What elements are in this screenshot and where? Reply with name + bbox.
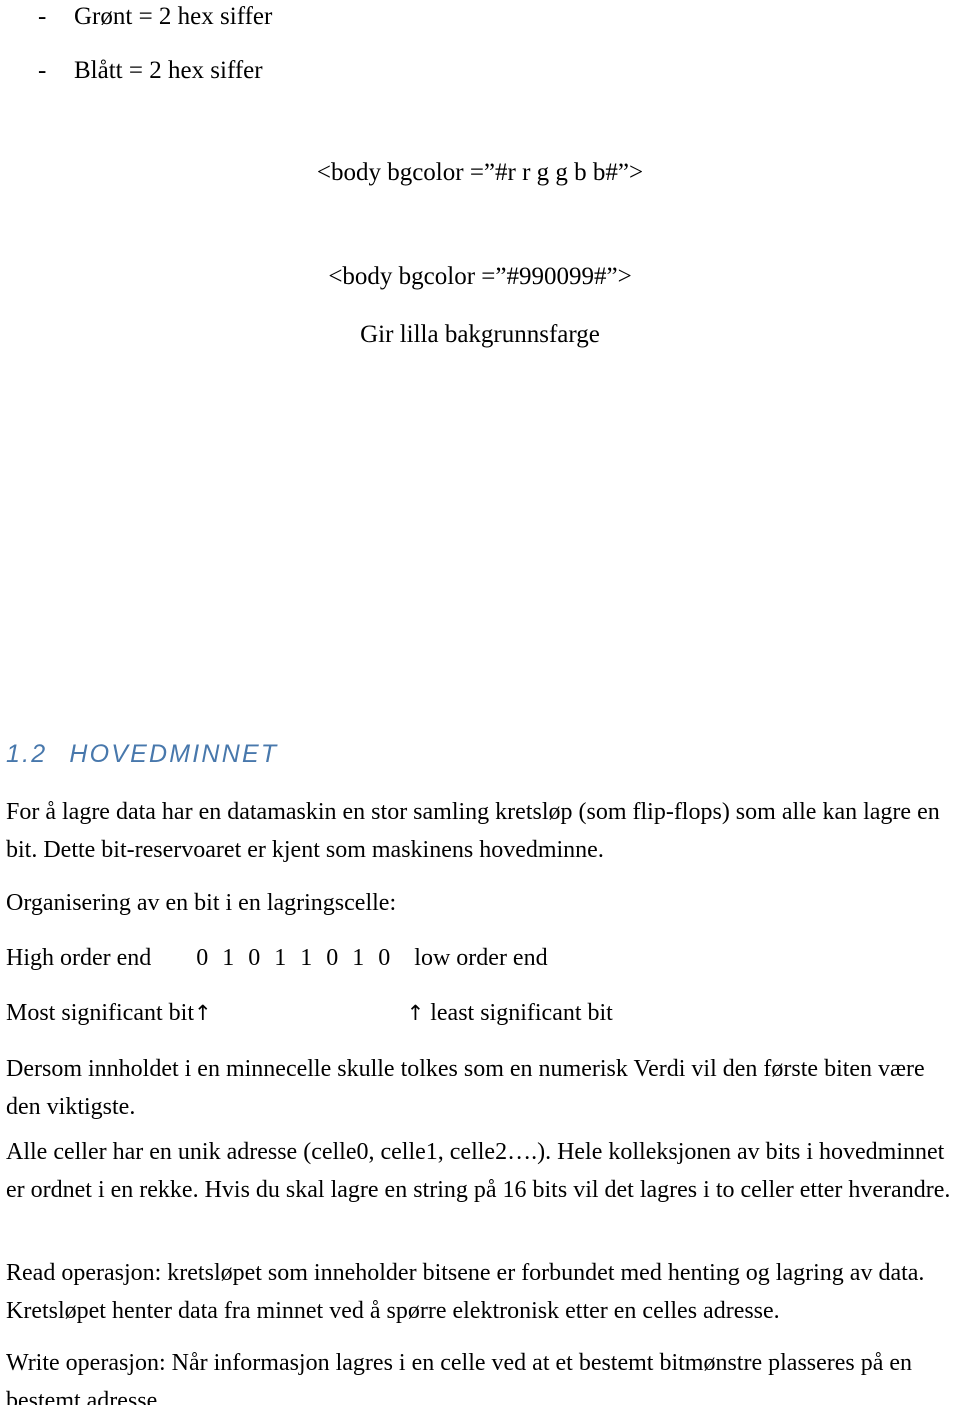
paragraph-read-operasjon: Read operasjon: kretsløpet som inneholde… — [6, 1260, 925, 1324]
code-line-caption: Gir lilla bakgrunnsfarge — [360, 321, 600, 348]
bit-value: 1 — [300, 945, 313, 971]
section-number: 1.2 — [6, 740, 48, 768]
up-arrow-icon: ↑ — [194, 1001, 212, 1025]
bullet-text: Grønt = 2 hex siffer — [74, 3, 273, 30]
bit-sequence: 01011010 — [196, 939, 390, 977]
low-order-end-label: low order end — [414, 945, 548, 971]
code-line-bgcolor-example: <body bgcolor =”#990099#”> — [328, 263, 632, 290]
paragraph-organisering: Organisering av en bit i en lagringscell… — [6, 890, 397, 916]
least-significant-bit-label: least significant bit — [430, 1000, 613, 1026]
list-item: - Blått = 2 hex siffer — [0, 58, 960, 83]
section-title: HOVEDMINNET — [69, 740, 279, 768]
up-arrow-icon: ↑ — [406, 1001, 425, 1025]
paragraph-intro: For å lagre data har en datamaskin en st… — [6, 799, 940, 863]
paragraph-write-operasjon: Write operasjon: Når informasjon lagres … — [6, 1350, 913, 1405]
bullet-marker: - — [38, 57, 47, 84]
bit-value: 0 — [248, 945, 261, 971]
bit-diagram-order-row: High order end 0 1 0 1 1 0 1 0 low order end — [6, 939, 951, 977]
bit-diagram-significance-row: Most significant bit↑ ↑ least significant… — [6, 994, 951, 1032]
bullet-list: - Grønt = 2 hex siffer - Blått = 2 hex s… — [0, 0, 960, 83]
bullet-marker: - — [38, 3, 47, 30]
bit-value: 1 — [274, 945, 287, 971]
code-line-bgcolor-template: <body bgcolor =”#r r g g b b#”> — [316, 159, 644, 186]
list-item: - Grønt = 2 hex siffer — [0, 4, 960, 29]
bit-value: 0 — [378, 945, 391, 971]
paragraph-alle-celler: Alle celler har en unik adresse (celle0,… — [6, 1139, 951, 1203]
bit-value: 1 — [222, 945, 235, 971]
bit-value: 1 — [352, 945, 365, 971]
bullet-text: Blått = 2 hex siffer — [74, 57, 263, 84]
section-heading: 1.2 HOVEDMINNET — [6, 740, 278, 769]
most-significant-bit-label: Most significant bit — [6, 1000, 194, 1026]
document-page: - Grønt = 2 hex siffer - Blått = 2 hex s… — [0, 0, 960, 1405]
paragraph-dersom: Dersom innholdet i en minnecelle skulle … — [6, 1056, 925, 1120]
high-order-end-label: High order end — [6, 945, 152, 971]
bit-value: 0 — [196, 945, 209, 971]
bit-value: 0 — [326, 945, 339, 971]
